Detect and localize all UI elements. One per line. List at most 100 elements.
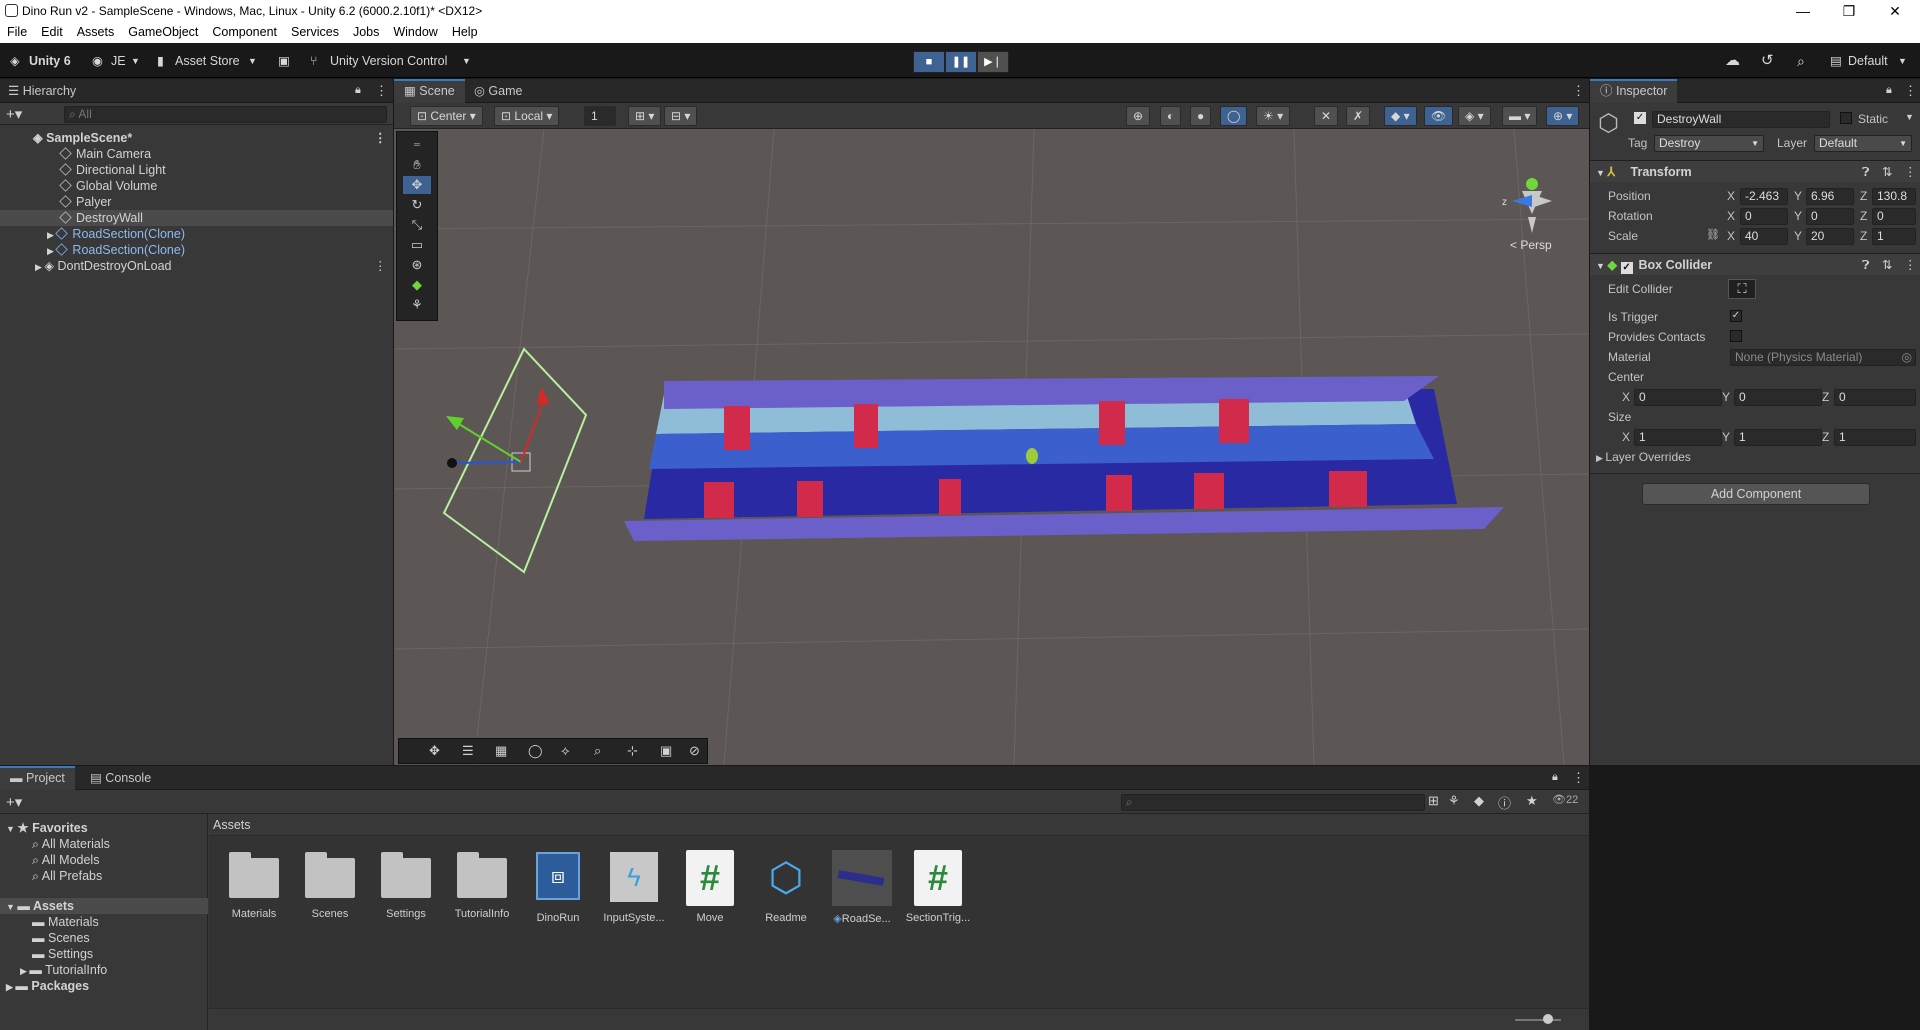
add-icon[interactable]: +▾	[6, 105, 22, 123]
audio-mute-icon[interactable]: ✕	[1314, 106, 1339, 126]
hierarchy-item[interactable]: Main Camera	[0, 146, 393, 162]
hierarchy-item[interactable]: Directional Light	[0, 162, 393, 178]
rotate-tool-icon[interactable]: ↻	[403, 196, 431, 214]
expand-arrow-icon[interactable]: ▶	[47, 230, 56, 240]
object-picker-icon[interactable]: ◎	[1902, 350, 1912, 365]
dontdestroy-row[interactable]: ▶ ◈ DontDestroyOnLoad ⋮	[0, 258, 393, 274]
menu-assets[interactable]: Assets	[70, 22, 122, 42]
menu-help[interactable]: Help	[445, 22, 485, 42]
expand-arrow-icon[interactable]: ▶	[35, 262, 44, 272]
move-gizmo-y-handle[interactable]	[446, 416, 464, 430]
asset-item[interactable]: TutorialInfo	[447, 850, 517, 920]
layers-dropdown[interactable]: ◆ ▾	[1384, 106, 1417, 126]
hierarchy-item[interactable]: ▶ RoadSection(Clone)	[0, 226, 393, 242]
active-checkbox[interactable]: ✓	[1634, 112, 1646, 124]
tab-inspector[interactable]: ⓘ Inspector	[1590, 79, 1678, 103]
folder-item[interactable]: ▶ ▬ TutorialInfo	[0, 962, 208, 978]
packages-node[interactable]: ▶ ▬ Packages	[0, 978, 208, 994]
folder-item[interactable]: ▬ Scenes	[0, 930, 208, 946]
preset-icon[interactable]: ⇅	[1882, 161, 1892, 183]
info-filter-icon[interactable]: ⓘ	[1498, 793, 1511, 812]
scene-viewport[interactable]: z < Persp	[394, 129, 1589, 765]
position-z-field[interactable]: 130.8	[1872, 188, 1916, 205]
provides-contacts-checkbox[interactable]	[1730, 330, 1742, 342]
tab-hierarchy[interactable]: ☰ Hierarchy	[0, 79, 86, 103]
asset-item[interactable]: ϟ InputSyste...	[599, 850, 669, 924]
more-icon[interactable]: ⋮	[375, 83, 388, 99]
scale-y-field[interactable]: 20	[1806, 228, 1854, 245]
visibility-icon[interactable]: 👁︎	[1424, 106, 1454, 126]
align-icon[interactable]: ☰	[462, 743, 474, 759]
cloud-icon[interactable]: ☁	[1725, 51, 1740, 71]
package-icon[interactable]: ▣	[278, 51, 290, 71]
asset-item[interactable]: ⬡ Readme	[751, 850, 821, 924]
step-button[interactable]: ▶❘	[977, 51, 1009, 73]
tab-console[interactable]: ▤ Console	[80, 766, 161, 790]
box-collider-gizmo[interactable]	[442, 347, 588, 574]
scene-row[interactable]: ◈ SampleScene* ⋮	[0, 130, 393, 146]
enabled-checkbox[interactable]: ✓	[1620, 262, 1633, 274]
menu-file[interactable]: File	[0, 22, 34, 42]
more-icon[interactable]: ⋮	[1572, 83, 1585, 99]
favorite-item[interactable]: ⌕ All Prefabs	[0, 868, 208, 884]
material-field[interactable]: None (Physics Material) ◎	[1730, 349, 1916, 366]
shading-shaded-icon[interactable]: ◯	[1220, 106, 1248, 126]
add-icon[interactable]: +▾	[6, 793, 22, 811]
asset-store-button[interactable]: Asset Store	[175, 51, 240, 71]
object-name-field[interactable]: DestroyWall	[1652, 111, 1830, 128]
more-icon[interactable]: ⋮	[374, 130, 387, 146]
transform-tool-icon[interactable]: ⊛	[403, 256, 431, 274]
folder-item[interactable]: ▬ Materials	[0, 914, 208, 930]
menu-jobs[interactable]: Jobs	[346, 22, 386, 42]
perspective-label[interactable]: < Persp	[1510, 238, 1552, 252]
collider-tool-icon[interactable]: ◆	[403, 276, 431, 294]
close-button[interactable]: ✕	[1872, 0, 1918, 22]
camera-dropdown[interactable]: ▬ ▾	[1502, 106, 1538, 126]
menu-services[interactable]: Services	[284, 22, 346, 42]
static-checkbox[interactable]	[1840, 112, 1852, 124]
chevron-down-icon[interactable]: ▼	[1905, 112, 1914, 122]
expand-arrow-icon[interactable]: ▶	[20, 966, 29, 976]
lock-icon[interactable]: 🔒︎	[355, 84, 361, 97]
breadcrumb[interactable]: Assets	[209, 814, 1589, 836]
history-icon[interactable]: ↺	[1761, 51, 1774, 71]
snap-icon[interactable]: ⊹	[627, 743, 638, 759]
transform-header[interactable]: ▼ ⅄ Transform ❓︎ ⇅ ⋮	[1590, 160, 1920, 182]
hierarchy-item[interactable]: ▶ RoadSection(Clone)	[0, 242, 393, 258]
play-button[interactable]: ■	[913, 51, 945, 73]
menu-window[interactable]: Window	[386, 22, 444, 42]
asset-item[interactable]: Settings	[371, 850, 441, 920]
star-filter-icon[interactable]: ★	[1526, 793, 1538, 809]
lock-icon[interactable]: 🔒︎	[1552, 771, 1558, 784]
menu-gameobject[interactable]: GameObject	[121, 22, 205, 42]
more-icon[interactable]: ⋮	[1904, 254, 1917, 276]
hierarchy-item-selected[interactable]: DestroyWall	[0, 210, 393, 226]
rotation-x-field[interactable]: 0	[1740, 208, 1788, 225]
more-icon[interactable]: ⋮	[1572, 770, 1585, 786]
orientation-icon[interactable]: ⊕	[1126, 106, 1151, 126]
grid-overlay-icon[interactable]: ▦	[495, 743, 507, 759]
rotation-y-field[interactable]: 0	[1806, 208, 1854, 225]
camera-overlay-icon[interactable]: ▣	[660, 743, 672, 759]
center-z-field[interactable]: 0	[1834, 389, 1916, 406]
is-trigger-checkbox[interactable]: ✓	[1730, 310, 1742, 322]
position-x-field[interactable]: -2.463	[1740, 188, 1788, 205]
shading-solid-icon[interactable]: ●	[1190, 106, 1212, 126]
scale-x-field[interactable]: 40	[1740, 228, 1788, 245]
tab-game[interactable]: ◎ Game	[464, 79, 532, 103]
tag-filter-icon[interactable]: ◆	[1474, 793, 1484, 809]
gizmos-dropdown[interactable]: ⊕ ▾	[1546, 106, 1580, 126]
asset-item[interactable]: ⧈ DinoRun	[523, 850, 593, 924]
favorite-item[interactable]: ⌕ All Materials	[0, 836, 208, 852]
zoom-icon[interactable]: ⌕	[594, 743, 601, 759]
tab-project[interactable]: ▬ Project	[0, 766, 75, 790]
center-y-field[interactable]: 0	[1734, 389, 1822, 406]
move-overlay-icon[interactable]: ✥	[429, 743, 440, 759]
grid-snap-dropdown[interactable]: ⊞ ▾	[628, 106, 662, 126]
minimize-button[interactable]: —	[1780, 0, 1826, 22]
axis-x-cone[interactable]	[1534, 195, 1552, 207]
effects-icon[interactable]: ✗	[1346, 106, 1371, 126]
edit-collider-button[interactable]: ⛶	[1728, 279, 1756, 299]
move-gizmo-x-handle[interactable]	[536, 387, 550, 405]
maximize-button[interactable]: ❐	[1826, 0, 1872, 22]
